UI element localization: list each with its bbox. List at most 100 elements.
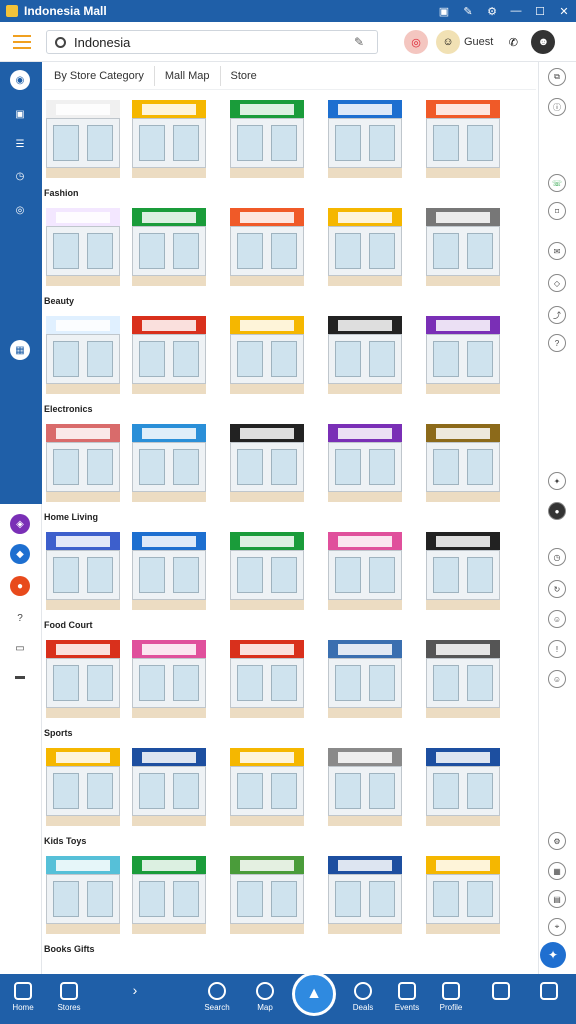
store-card[interactable] (132, 100, 206, 184)
nav-deals[interactable]: Deals (340, 982, 386, 1012)
bookmark-icon[interactable]: ⌑ (548, 202, 566, 220)
settings-icon[interactable]: ⚙ (548, 832, 566, 850)
search-box[interactable]: ✎ (46, 30, 378, 54)
nav-next[interactable]: › (112, 982, 158, 998)
store-card[interactable] (230, 100, 304, 184)
pin-icon[interactable]: ✎ (354, 35, 364, 49)
store-card[interactable] (328, 640, 402, 724)
profile-icon[interactable]: ☺ (436, 30, 460, 54)
compass-button[interactable]: ✦ (540, 942, 566, 968)
calendar-icon[interactable]: ▦ (548, 862, 566, 880)
store-card[interactable] (132, 856, 206, 940)
store-card[interactable] (328, 208, 402, 292)
filter-store[interactable]: Store (221, 66, 267, 86)
store-card[interactable] (426, 532, 500, 616)
store-card[interactable] (46, 208, 120, 292)
gift-icon[interactable]: ✦ (548, 472, 566, 490)
store-card[interactable] (328, 748, 402, 832)
help-icon[interactable]: ? (10, 608, 30, 628)
mail-icon[interactable]: ✉ (548, 242, 566, 260)
store-card[interactable] (46, 424, 120, 508)
store-card[interactable] (230, 208, 304, 292)
store-card[interactable] (328, 316, 402, 400)
store-card[interactable] (426, 100, 500, 184)
share-icon[interactable]: ⤴ (548, 306, 566, 324)
smile-icon[interactable]: ☺ (548, 670, 566, 688)
minimize-icon[interactable]: — (504, 5, 528, 17)
store-card[interactable] (46, 532, 120, 616)
store-card[interactable] (230, 640, 304, 724)
hot-icon[interactable]: ● (10, 576, 30, 596)
maximize-icon[interactable]: ☐ (528, 5, 552, 18)
nav-profile[interactable]: Profile (428, 982, 474, 1012)
store-card[interactable] (46, 316, 120, 400)
category-icon[interactable]: ◈ (10, 514, 30, 534)
store-card[interactable] (132, 640, 206, 724)
refresh-icon[interactable]: ↻ (548, 580, 566, 598)
primary-action-button[interactable]: ▲ (292, 972, 336, 1016)
alert-icon[interactable]: ! (548, 640, 566, 658)
store-card[interactable] (426, 640, 500, 724)
help-icon[interactable]: ? (548, 334, 566, 352)
nav-events[interactable]: Events (384, 982, 430, 1012)
store-card[interactable] (328, 856, 402, 940)
clock-icon[interactable]: ◷ (10, 166, 30, 186)
camera-icon[interactable]: ◎ (10, 200, 30, 220)
tag-icon[interactable]: ◇ (548, 274, 566, 292)
location-icon[interactable]: ⌖ (548, 918, 566, 936)
store-card[interactable] (426, 208, 500, 292)
deals-icon[interactable]: ◆ (10, 544, 30, 564)
store-card[interactable] (46, 100, 120, 184)
history-icon[interactable]: ◷ (548, 548, 566, 566)
copy-icon[interactable]: ⧉ (548, 68, 566, 86)
window-icon[interactable]: ▬ (10, 666, 30, 686)
store-card[interactable] (426, 748, 500, 832)
store-card[interactable] (230, 424, 304, 508)
settings-icon[interactable]: ⚙ (480, 5, 504, 18)
store-card[interactable] (328, 424, 402, 508)
chat-icon[interactable]: ✆ (501, 30, 525, 54)
info-icon[interactable]: ⓘ (548, 98, 566, 116)
store-card[interactable] (230, 856, 304, 940)
avatar[interactable]: ☻ (531, 30, 556, 54)
dark-mode-icon[interactable]: ● (548, 502, 566, 520)
store-card[interactable] (426, 856, 500, 940)
store-card[interactable] (132, 532, 206, 616)
close-icon[interactable]: ✕ (552, 5, 576, 18)
nav-search[interactable]: Search (194, 982, 240, 1012)
store-card[interactable] (328, 100, 402, 184)
store-icon[interactable]: ▣ (10, 104, 30, 124)
store-card[interactable] (46, 748, 120, 832)
grid-icon[interactable]: ▤ (548, 890, 566, 908)
map-icon[interactable]: ▦ (10, 340, 30, 360)
restore-icon[interactable]: ▣ (432, 5, 456, 18)
nav-share[interactable] (478, 982, 524, 1003)
store-card[interactable] (426, 424, 500, 508)
pin-icon[interactable]: ✎ (456, 5, 480, 18)
store-card[interactable] (426, 316, 500, 400)
store-card[interactable] (46, 640, 120, 724)
folder-icon[interactable]: ▭ (10, 638, 30, 658)
home-icon[interactable]: ◉ (10, 70, 30, 90)
store-card[interactable] (132, 316, 206, 400)
search-input[interactable] (74, 34, 354, 50)
store-card[interactable] (230, 748, 304, 832)
store-card[interactable] (132, 424, 206, 508)
store-card[interactable] (230, 316, 304, 400)
nav-home[interactable]: Home (0, 982, 46, 1012)
nav-stores[interactable]: Stores (46, 982, 92, 1012)
whatsapp-icon[interactable]: ☏ (548, 174, 566, 192)
nav-map[interactable]: Map (242, 982, 288, 1012)
store-card[interactable] (328, 532, 402, 616)
filter-map[interactable]: Mall Map (155, 65, 221, 86)
list-icon[interactable]: ☰ (10, 134, 30, 154)
filter-category[interactable]: By Store Category (44, 65, 155, 86)
store-card[interactable] (230, 532, 304, 616)
store-card[interactable] (46, 856, 120, 940)
notification-icon[interactable]: ◎ (404, 30, 428, 54)
face-icon[interactable]: ☺ (548, 610, 566, 628)
menu-icon[interactable] (13, 34, 31, 49)
store-card[interactable] (132, 208, 206, 292)
nav-report[interactable] (526, 982, 572, 1003)
store-card[interactable] (132, 748, 206, 832)
